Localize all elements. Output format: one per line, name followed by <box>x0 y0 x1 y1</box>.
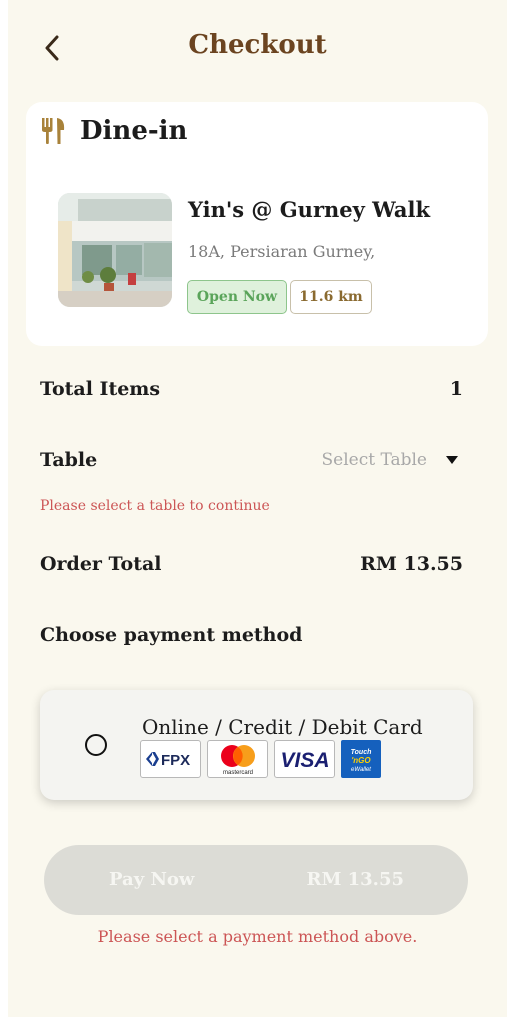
fork-knife-icon <box>42 118 65 144</box>
payment-logos: FPX mastercard VISA Touch 'nGO eWallet <box>140 740 381 778</box>
order-mode: Dine-in <box>40 116 187 146</box>
store-address: 18A, Persiaran Gurney, <box>188 242 376 261</box>
svg-text:Touch: Touch <box>351 749 372 756</box>
table-label: Table <box>40 449 98 471</box>
page-title: Checkout <box>188 30 327 60</box>
pay-now-amount: RM 13.55 <box>306 869 404 890</box>
pay-now-label: Pay Now <box>109 869 195 890</box>
payment-error-message: Please select a payment method above. <box>97 927 418 946</box>
table-select-placeholder: Select Table <box>321 450 428 470</box>
payment-option-label: Online / Credit / Debit Card <box>142 715 423 739</box>
svg-text:'nGO: 'nGO <box>351 756 371 765</box>
total-items-value: 1 <box>449 378 463 400</box>
table-error-message: Please select a table to continue <box>40 498 270 514</box>
svg-text:FPX: FPX <box>161 752 190 769</box>
payment-option-card[interactable]: Online / Credit / Debit Card FPX masterc… <box>40 690 473 800</box>
svg-text:eWallet: eWallet <box>351 767 371 773</box>
visa-logo: VISA <box>274 740 335 778</box>
order-mode-label: Dine-in <box>80 116 188 146</box>
order-total-value: RM 13.55 <box>360 553 463 575</box>
store-photo <box>58 193 172 307</box>
fpx-logo: FPX <box>140 740 201 778</box>
order-total-label: Order Total <box>40 553 162 575</box>
touch-n-go-logo: Touch 'nGO eWallet <box>341 740 381 778</box>
payment-section-title: Choose payment method <box>40 624 303 646</box>
checkout-screen: Checkout Dine-in Yin's @ Gurney Walk 18A… <box>8 0 507 1017</box>
payment-radio[interactable] <box>85 734 107 756</box>
store-name: Yin's @ Gurney Walk <box>188 197 431 222</box>
pay-now-button[interactable]: Pay Now RM 13.55 <box>44 845 468 915</box>
store-card: Dine-in Yin's @ Gurney Walk 18A, Persiar… <box>26 102 488 346</box>
svg-text:VISA: VISA <box>280 749 329 771</box>
open-status-badge: Open Now <box>187 280 287 314</box>
caret-down-icon <box>446 456 458 464</box>
mastercard-logo: mastercard <box>207 740 268 778</box>
table-select-dropdown[interactable]: Select Table <box>322 450 460 470</box>
total-items-label: Total Items <box>40 378 161 400</box>
distance-badge: 11.6 km <box>290 280 372 314</box>
svg-text:mastercard: mastercard <box>222 770 252 776</box>
